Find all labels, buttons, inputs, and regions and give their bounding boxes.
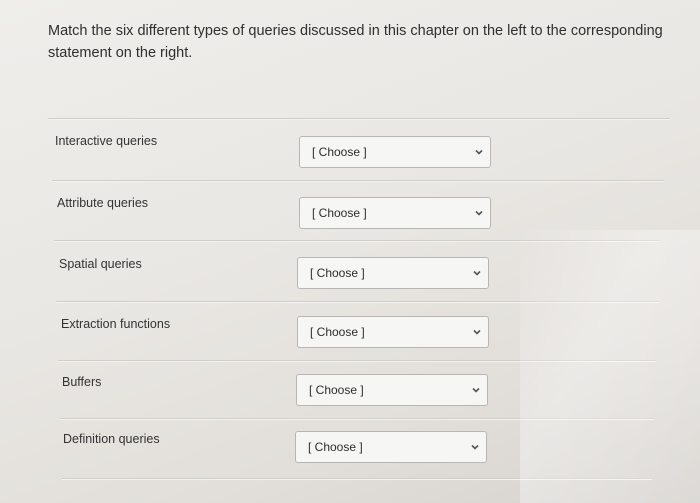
dropdown-definition-queries[interactable]: [ Choose ] bbox=[295, 431, 487, 463]
chevron-down-icon bbox=[472, 387, 480, 393]
divider bbox=[60, 418, 654, 419]
dropdown-extraction-functions[interactable]: [ Choose ] bbox=[297, 316, 489, 348]
chevron-down-icon bbox=[471, 444, 479, 450]
dropdown-value: [ Choose ] bbox=[312, 206, 367, 220]
row-label-attribute-queries: Attribute queries bbox=[57, 196, 149, 210]
dropdown-spatial-queries[interactable]: [ Choose ] bbox=[297, 257, 489, 289]
chevron-down-icon bbox=[473, 329, 481, 335]
quiz-page: Match the six different types of queries… bbox=[0, 0, 700, 503]
dropdown-interactive-queries[interactable]: [ Choose ] bbox=[299, 136, 491, 168]
divider bbox=[52, 180, 664, 181]
divider bbox=[58, 360, 656, 361]
dropdown-value: [ Choose ] bbox=[309, 383, 364, 397]
dropdown-value: [ Choose ] bbox=[310, 325, 365, 339]
chevron-down-icon bbox=[475, 149, 483, 155]
row-label-definition-queries: Definition queries bbox=[63, 432, 160, 446]
divider bbox=[48, 118, 670, 119]
dropdown-value: [ Choose ] bbox=[308, 440, 363, 454]
question-text: Match the six different types of queries… bbox=[48, 23, 663, 61]
row-label-buffers: Buffers bbox=[62, 375, 102, 389]
light-glare bbox=[520, 230, 700, 503]
dropdown-value: [ Choose ] bbox=[310, 266, 365, 280]
dropdown-attribute-queries[interactable]: [ Choose ] bbox=[299, 197, 491, 229]
dropdown-value: [ Choose ] bbox=[312, 145, 367, 159]
chevron-down-icon bbox=[473, 270, 481, 276]
divider bbox=[54, 240, 660, 241]
divider bbox=[56, 301, 658, 302]
chevron-down-icon bbox=[475, 210, 483, 216]
row-label-extraction-functions: Extraction functions bbox=[61, 317, 171, 331]
dropdown-buffers[interactable]: [ Choose ] bbox=[296, 374, 488, 406]
row-label-spatial-queries: Spatial queries bbox=[59, 257, 142, 271]
divider bbox=[62, 478, 652, 479]
row-label-interactive-queries: Interactive queries bbox=[55, 134, 158, 148]
